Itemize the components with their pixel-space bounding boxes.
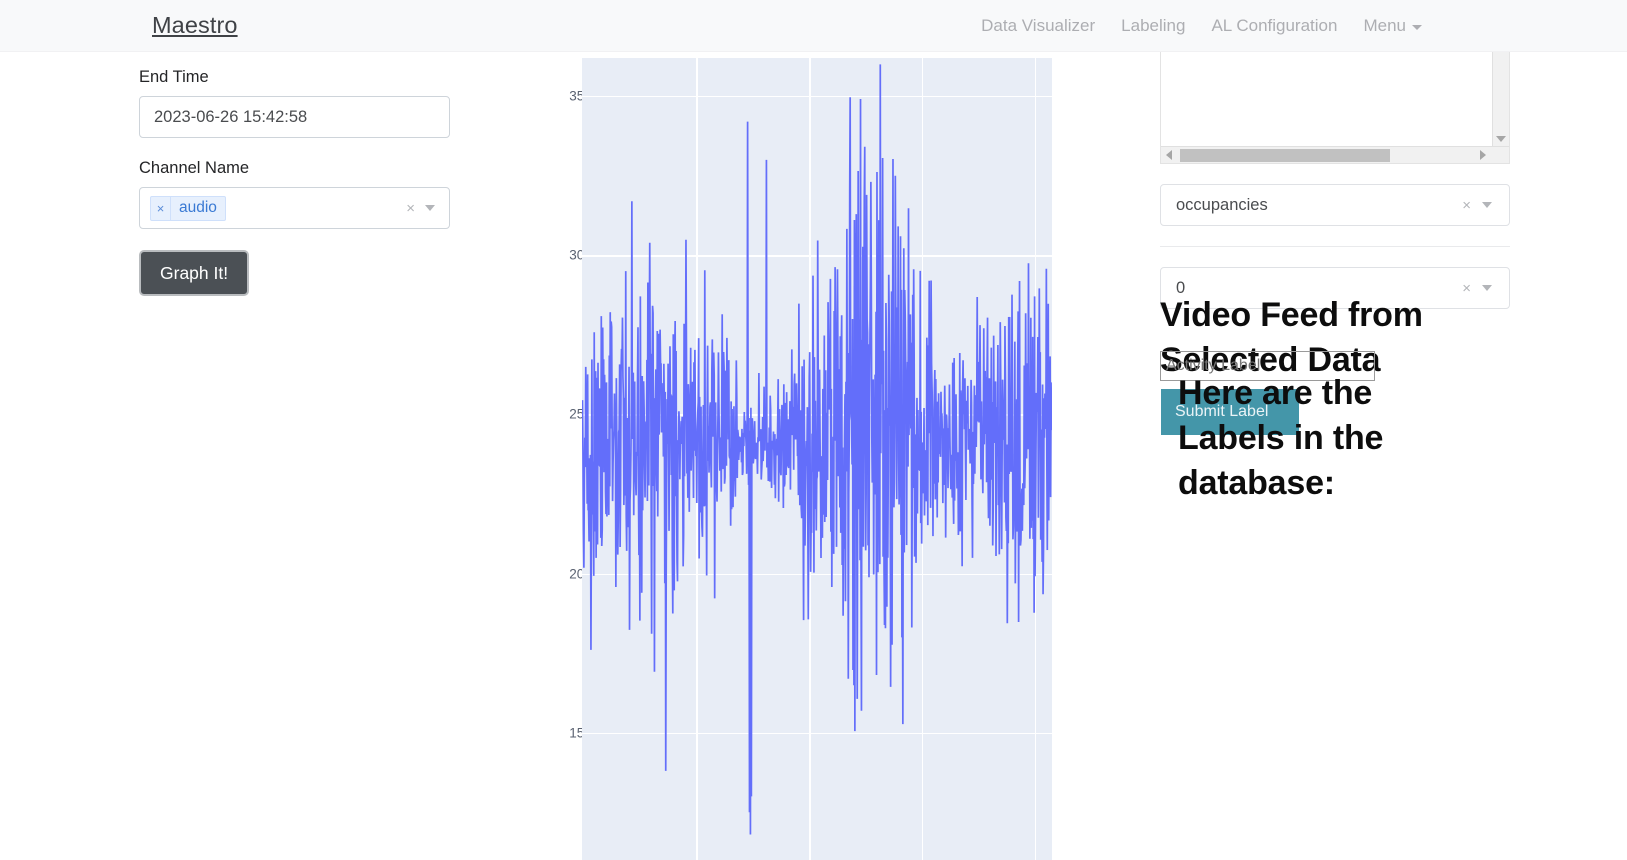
horizontal-scrollbar[interactable] (1161, 146, 1509, 163)
dataset-select-actions: × (1462, 197, 1501, 214)
nav-link-menu-label: Menu (1363, 15, 1406, 35)
video-feed-content (1161, 52, 1492, 146)
labels-database-heading: Here are the Labels in the database: (1178, 374, 1384, 502)
token-remove-icon[interactable]: × (151, 196, 171, 220)
video-feed-scrollbox[interactable] (1160, 52, 1510, 164)
clear-icon[interactable]: × (1462, 197, 1471, 214)
nav-link-al-configuration[interactable]: AL Configuration (1211, 16, 1337, 36)
plot-area[interactable] (582, 58, 1052, 860)
dataset-select-value: occupancies (1176, 195, 1268, 214)
top-navbar: Maestro Data Visualizer Labeling AL Conf… (0, 0, 1627, 52)
vertical-scrollbar[interactable] (1492, 52, 1509, 146)
end-time-input[interactable] (139, 96, 450, 138)
dataset-select[interactable]: occupancies × (1160, 184, 1510, 226)
horizontal-scrollbar-thumb[interactable] (1180, 148, 1390, 162)
divider (1160, 246, 1510, 247)
nav-link-data-visualizer[interactable]: Data Visualizer (981, 16, 1095, 36)
chevron-down-icon (1412, 24, 1422, 30)
index-select-actions: × (1462, 280, 1501, 297)
channel-name-multiselect[interactable]: × audio × (139, 187, 450, 229)
graph-it-button[interactable]: Graph It! (139, 250, 250, 296)
waveform-chart[interactable]: 35k 30k 25k 20k 15k (520, 52, 1065, 860)
scroll-left-arrow-icon[interactable] (1166, 150, 1172, 160)
chevron-down-icon[interactable] (1482, 285, 1492, 291)
chevron-down-icon[interactable] (1482, 202, 1492, 208)
dataset-select-row: occupancies × (1160, 184, 1520, 226)
channel-name-label: Channel Name (139, 159, 250, 177)
brand-logo[interactable]: Maestro (152, 12, 238, 39)
scroll-right-arrow-icon[interactable] (1480, 150, 1486, 160)
nav-links: Data Visualizer Labeling AL Configuratio… (981, 16, 1422, 36)
channel-token-label: audio (179, 199, 217, 216)
clear-icon[interactable]: × (1462, 280, 1471, 297)
overlapping-content-zone: Video Feed from Selected Data Submit Lab… (1160, 296, 1520, 569)
scroll-down-arrow-icon[interactable] (1496, 136, 1506, 142)
end-time-label: End Time (139, 68, 209, 86)
nav-link-labeling[interactable]: Labeling (1121, 16, 1185, 36)
channel-token-audio[interactable]: × audio (150, 195, 226, 221)
clear-all-icon[interactable]: × (406, 200, 415, 217)
chevron-down-icon[interactable] (425, 205, 435, 211)
nav-link-menu[interactable]: Menu (1363, 16, 1422, 36)
waveform-trace (582, 64, 1052, 835)
multiselect-actions: × (406, 200, 443, 217)
labeling-panel: occupancies × 0 × Video Feed from Select… (1160, 52, 1520, 569)
query-form-panel: End Time Channel Name × audio × Graph It… (139, 68, 459, 296)
